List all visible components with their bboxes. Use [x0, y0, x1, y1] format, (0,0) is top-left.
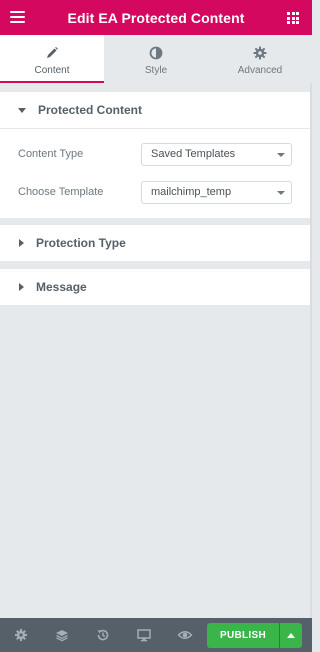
tab-advanced-label: Advanced: [237, 65, 283, 76]
tab-content[interactable]: Content: [0, 35, 104, 83]
section-protected-content[interactable]: Protected Content: [0, 92, 312, 128]
publish-button[interactable]: PUBLISH: [207, 623, 279, 648]
field-label: Content Type: [18, 148, 84, 160]
section-label: Protected Content: [38, 103, 143, 117]
tab-style-label: Style: [144, 65, 168, 76]
contrast-icon: [149, 46, 163, 60]
widgets-grid-icon[interactable]: [287, 12, 299, 24]
caret-right-icon: [19, 283, 24, 291]
pencil-icon: [47, 47, 58, 58]
caret-up-icon: [287, 633, 295, 638]
section-protection-type[interactable]: Protection Type: [0, 225, 312, 261]
dropdown-arrow-icon: [277, 190, 285, 195]
caret-right-icon: [19, 239, 24, 247]
hamburger-menu-icon[interactable]: [10, 11, 25, 24]
section-message[interactable]: Message: [0, 269, 312, 305]
tab-style[interactable]: Style: [104, 35, 208, 83]
gear-icon: [253, 46, 267, 60]
tab-advanced[interactable]: Advanced: [208, 35, 312, 83]
panel-header: Edit EA Protected Content: [0, 0, 312, 35]
section-label: Protection Type: [36, 236, 126, 250]
preview-icon[interactable]: [177, 627, 193, 643]
dropdown-arrow-icon: [277, 152, 285, 157]
field-row-content-type: Content Type Saved Templates: [0, 142, 312, 166]
section-protected-content-body: Content Type Saved Templates Choose Temp…: [0, 128, 312, 218]
select-value: Saved Templates: [151, 148, 236, 160]
section-label: Message: [36, 280, 87, 294]
choose-template-select[interactable]: mailchimp_temp: [141, 180, 292, 204]
responsive-icon[interactable]: [136, 627, 152, 643]
panel-resize-handle[interactable]: [310, 83, 312, 618]
select-value: mailchimp_temp: [151, 186, 232, 198]
publish-options-button[interactable]: [280, 623, 302, 648]
panel-tabs: Content Style Advanced: [0, 35, 312, 83]
field-label: Choose Template: [18, 186, 104, 198]
field-row-choose-template: Choose Template mailchimp_temp: [0, 180, 312, 204]
content-type-select[interactable]: Saved Templates: [141, 142, 292, 166]
history-icon[interactable]: [95, 627, 111, 643]
settings-icon[interactable]: [13, 627, 29, 643]
layers-icon[interactable]: [54, 627, 70, 643]
panel-title: Edit EA Protected Content: [67, 9, 245, 26]
tab-content-label: Content: [34, 65, 70, 76]
caret-down-icon: [18, 107, 26, 113]
